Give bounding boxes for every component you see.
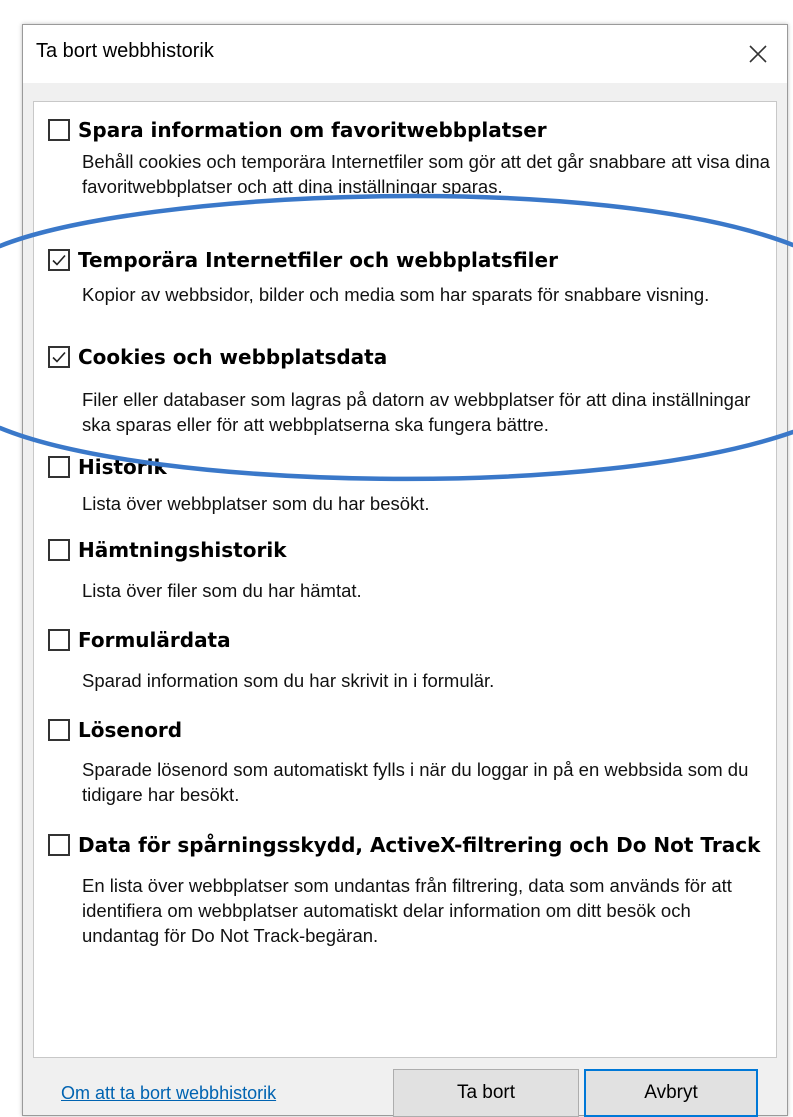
checkbox-history[interactable] — [48, 456, 70, 478]
close-icon — [749, 45, 767, 63]
option-description: Sparad information som du har skrivit in… — [82, 670, 495, 691]
delete-browsing-history-dialog: Ta bort webbhistorik Spara information o… — [22, 24, 788, 1117]
dialog-title: Ta bort webbhistorik — [36, 40, 214, 62]
checkbox-cookies[interactable] — [48, 346, 70, 368]
option-label: Cookies och webbplatsdata — [78, 345, 388, 369]
checkbox-temporary-files[interactable] — [48, 249, 70, 271]
option-label: Temporära Internetfiler och webbplatsfil… — [78, 248, 558, 272]
cancel-button[interactable]: Avbryt — [584, 1069, 758, 1117]
option-description: Lista över webbplatser som du har besökt… — [82, 493, 430, 514]
option-label: Historik — [78, 455, 167, 479]
close-button[interactable] — [729, 25, 787, 83]
option-description: Filer eller databaser som lagras på dato… — [82, 389, 751, 435]
checkmark-icon — [52, 254, 66, 266]
checkbox-tracking-protection[interactable] — [48, 834, 70, 856]
button-bar: Om att ta bort webbhistorik Ta bort Avbr… — [23, 1055, 787, 1117]
option-label: Formulärdata — [78, 628, 231, 652]
option-description: Sparade lösenord som automatiskt fylls i… — [82, 759, 749, 805]
option-description: Kopior av webbsidor, bilder och media so… — [82, 284, 710, 305]
checkbox-download-history[interactable] — [48, 539, 70, 561]
option-description: En lista över webbplatser som undantas f… — [82, 875, 732, 946]
checkmark-icon — [52, 351, 66, 363]
title-bar: Ta bort webbhistorik — [23, 25, 787, 83]
option-description: Behåll cookies och temporära Internetfil… — [82, 151, 770, 197]
checkbox-favorites[interactable] — [48, 119, 70, 141]
option-label: Spara information om favoritwebbplatser — [78, 118, 547, 142]
options-panel: Spara information om favoritwebbplatser … — [33, 101, 777, 1058]
option-label: Lösenord — [78, 718, 183, 742]
about-deleting-history-link[interactable]: Om att ta bort webbhistorik — [61, 1083, 276, 1104]
option-description: Lista över filer som du har hämtat. — [82, 580, 362, 601]
option-label: Data för spårningsskydd, ActiveX-filtrer… — [78, 833, 761, 857]
delete-button[interactable]: Ta bort — [393, 1069, 579, 1117]
checkbox-form-data[interactable] — [48, 629, 70, 651]
option-label: Hämtningshistorik — [78, 538, 287, 562]
checkbox-passwords[interactable] — [48, 719, 70, 741]
